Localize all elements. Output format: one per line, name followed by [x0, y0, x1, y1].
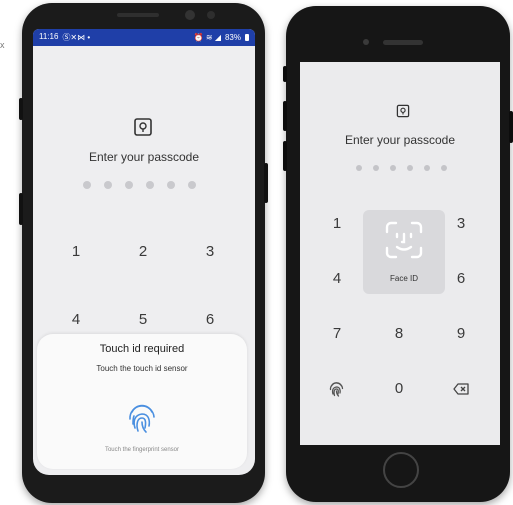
lock-icon	[396, 104, 410, 118]
mute-switch	[283, 66, 287, 82]
camera	[185, 10, 195, 20]
passcode-dot	[146, 181, 154, 189]
volume-up-button	[283, 101, 287, 131]
battery-level: 83%	[224, 33, 241, 42]
iphone-screen: Enter your passcode 1 3 4 6 Face ID 7 8 …	[300, 62, 500, 445]
power-button	[264, 163, 268, 203]
passcode-dots	[356, 165, 447, 171]
fingerprint-icon[interactable]	[127, 402, 157, 434]
key-1[interactable]: 1	[322, 215, 352, 232]
key-3[interactable]: 3	[195, 243, 225, 260]
key-5[interactable]: 5	[128, 311, 158, 328]
passcode-dot	[125, 181, 133, 189]
key-2[interactable]: 2	[128, 243, 158, 260]
passcode-dot	[441, 165, 447, 171]
sensor	[207, 11, 215, 19]
key-9[interactable]: 9	[446, 325, 476, 342]
volume-down-button	[283, 141, 287, 171]
sheet-subtitle: Touch the touch id sensor	[96, 364, 188, 373]
lock-icon	[134, 118, 152, 136]
key-0[interactable]: 0	[384, 380, 414, 397]
backspace-icon[interactable]	[453, 383, 469, 395]
sheet-hint: Touch the fingerprint sensor	[104, 447, 180, 453]
android-screen: 11:16 Ⓢ✕⋈ • ⏰ ≋ ◢ 83% Enter your passcod…	[33, 29, 255, 475]
volume-button	[19, 98, 23, 120]
face-id-label: Face ID	[389, 274, 418, 283]
passcode-dot	[188, 181, 196, 189]
passcode-dot	[83, 181, 91, 189]
passcode-dot	[373, 165, 379, 171]
notification-icons: Ⓢ✕⋈ •	[62, 33, 91, 42]
status-bar: 11:16 Ⓢ✕⋈ • ⏰ ≋ ◢ 83%	[33, 29, 255, 46]
touch-id-sheet: Touch id required Touch the touch id sen…	[37, 334, 247, 469]
key-6[interactable]: 6	[446, 270, 476, 287]
passcode-dot	[167, 181, 175, 189]
key-4[interactable]: 4	[322, 270, 352, 287]
passcode-dot	[390, 165, 396, 171]
key-4[interactable]: 4	[61, 311, 91, 328]
key-1[interactable]: 1	[61, 243, 91, 260]
passcode-dot	[356, 165, 362, 171]
speaker	[117, 13, 159, 17]
status-time: 11:16	[39, 32, 59, 41]
fingerprint-icon[interactable]	[329, 381, 344, 397]
stray-mark: x	[0, 40, 5, 50]
android-phone: 11:16 Ⓢ✕⋈ • ⏰ ≋ ◢ 83% Enter your passcod…	[19, 3, 268, 503]
passcode-dot	[407, 165, 413, 171]
face-id-overlay: Face ID	[363, 210, 445, 294]
passcode-dot	[104, 181, 112, 189]
front-camera	[363, 39, 369, 45]
system-icons: ⏰ ≋ ◢	[193, 33, 221, 42]
earpiece-speaker	[383, 40, 423, 45]
iphone: Enter your passcode 1 3 4 6 Face ID 7 8 …	[283, 6, 513, 502]
side-button	[19, 193, 23, 225]
passcode-title: Enter your passcode	[88, 150, 200, 164]
home-button[interactable]	[383, 452, 419, 488]
sheet-title: Touch id required	[99, 343, 185, 355]
passcode-title: Enter your passcode	[344, 133, 456, 147]
passcode-dot	[424, 165, 430, 171]
face-id-icon	[385, 221, 423, 259]
battery-icon	[245, 34, 249, 41]
passcode-dots	[83, 181, 196, 189]
key-3[interactable]: 3	[446, 215, 476, 232]
key-6[interactable]: 6	[195, 311, 225, 328]
key-8[interactable]: 8	[384, 325, 414, 342]
key-7[interactable]: 7	[322, 325, 352, 342]
power-button	[509, 111, 513, 143]
